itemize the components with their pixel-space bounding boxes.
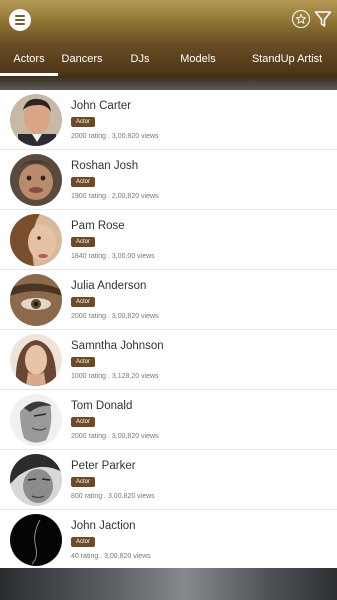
tab-shadow <box>0 76 337 90</box>
tab-models[interactable]: Models <box>176 42 220 76</box>
person-stats: 2000 rating . 3,00,820 views <box>71 313 159 320</box>
avatar <box>10 214 62 266</box>
filter-icon[interactable] <box>314 10 332 28</box>
list-item[interactable]: Peter Parker Actor 800 rating . 3,00,820… <box>0 450 337 510</box>
role-badge: Actor <box>71 537 96 547</box>
person-name: Pam Rose <box>71 220 125 232</box>
avatar <box>10 394 62 446</box>
list-item[interactable]: Roshan Josh Actor 1900 rating . 2,00,820… <box>0 150 337 210</box>
person-name: Julia Anderson <box>71 280 147 292</box>
person-name: Samntha Johnson <box>71 340 164 352</box>
avatar <box>10 94 62 146</box>
list-item[interactable]: Tom Donald Actor 2000 rating . 3,00,820 … <box>0 390 337 450</box>
role-badge: Actor <box>71 417 96 427</box>
list-item[interactable]: Julia Anderson Actor 2000 rating . 3,00,… <box>0 270 337 330</box>
person-stats: 800 rating . 3,00,820 views <box>71 493 155 500</box>
people-list: John Carter Actor 2000 rating . 3,00,820… <box>0 90 337 570</box>
tab-actors[interactable]: Actors <box>0 42 58 76</box>
list-item[interactable]: Samntha Johnson Actor 1000 rating . 3,12… <box>0 330 337 390</box>
avatar <box>10 454 62 506</box>
role-badge: Actor <box>71 297 96 307</box>
person-stats: 1000 rating . 3,128,20 views <box>71 373 159 380</box>
role-badge: Actor <box>71 117 96 127</box>
top-app-bar <box>0 0 337 42</box>
list-item[interactable]: Pam Rose Actor 1840 rating . 3,00,00 vie… <box>0 210 337 270</box>
person-stats: 2000 rating . 3,00,820 views <box>71 133 159 140</box>
person-stats: 1840 rating . 3,00,00 views <box>71 253 155 260</box>
role-badge: Actor <box>71 357 96 367</box>
person-name: Tom Donald <box>71 400 133 412</box>
person-name: John Carter <box>71 100 132 112</box>
category-tabs: Actors Dancers DJs Models StandUp Artist <box>0 42 337 76</box>
person-name: Peter Parker <box>71 460 136 472</box>
person-name: John Jaction <box>71 520 136 532</box>
avatar <box>10 334 62 386</box>
person-name: Roshan Josh <box>71 160 139 172</box>
tab-standup-artist[interactable]: StandUp Artist <box>244 42 330 76</box>
person-stats: 1900 rating . 2,00,820 views <box>71 193 159 200</box>
avatar <box>10 514 62 566</box>
tab-djs[interactable]: DJs <box>120 42 160 76</box>
person-stats: 2000 rating . 3,00,820 views <box>71 433 159 440</box>
bottom-background-strip <box>0 568 337 600</box>
list-item[interactable]: John Carter Actor 2000 rating . 3,00,820… <box>0 90 337 150</box>
avatar <box>10 274 62 326</box>
tab-dancers[interactable]: Dancers <box>58 42 106 76</box>
hamburger-menu-icon[interactable] <box>9 9 31 31</box>
role-badge: Actor <box>71 237 96 247</box>
role-badge: Actor <box>71 477 96 487</box>
avatar <box>10 154 62 206</box>
star-circle-icon[interactable] <box>292 10 310 28</box>
role-badge: Actor <box>71 177 96 187</box>
list-item[interactable]: John Jaction Actor 40 rating . 3,00,820 … <box>0 510 337 570</box>
person-stats: 40 rating . 3,00,820 views <box>71 553 151 560</box>
